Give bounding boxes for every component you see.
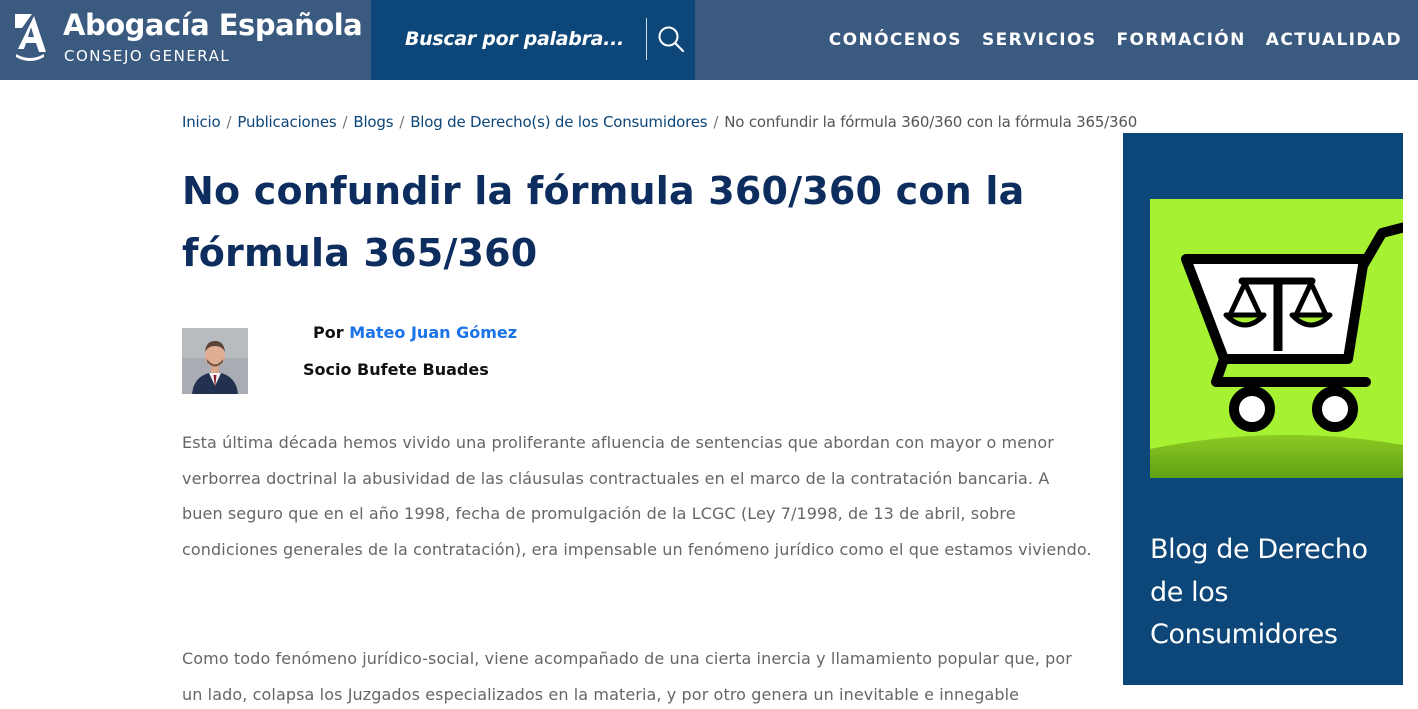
nav-item-actualidad[interactable]: ACTUALIDAD [1266,30,1402,50]
site-logo[interactable]: Abogacía Española CONSEJO GENERAL [0,0,371,80]
breadcrumb-blog-consumidores[interactable]: Blog de Derecho(s) de los Consumidores [410,113,707,131]
breadcrumb-separator: / [342,113,348,131]
breadcrumb: Inicio / Publicaciones / Blogs / Blog de Derec… [182,113,1137,131]
search-input[interactable] [405,22,645,56]
blog-sidebar-card[interactable]: Blog de Derecho de los Consumidores [1123,133,1403,685]
author-name-link[interactable]: Mateo Juan Gómez [349,323,517,342]
breadcrumb-blogs[interactable]: Blogs [353,113,393,131]
author-portrait-icon [182,328,248,394]
article-paragraph: Como todo fenómeno jurídico-social, vien… [182,649,1072,704]
author-avatar [182,328,248,394]
breadcrumb-current: No confundir la fórmula 360/360 con la f… [724,113,1138,131]
site-subtitle: CONSEJO GENERAL [64,47,231,65]
author-role: Socio Bufete Buades [303,360,489,379]
page-title: No confundir la fórmula 360/360 con la f… [182,169,1025,275]
site-title: Abogacía Española [63,8,363,42]
main-nav: CONÓCENOS SERVICIOS FORMACIÓN ACTUALIDAD [829,0,1402,80]
search-divider [646,18,647,60]
top-navigation-bar: Abogacía Española CONSEJO GENERAL CONÓCE… [0,0,1418,80]
sidebar-title[interactable]: Blog de Derecho de los Consumidores [1150,529,1395,657]
breadcrumb-inicio[interactable]: Inicio [182,113,221,131]
byline-prefix: Por [313,323,344,342]
breadcrumb-publicaciones[interactable]: Publicaciones [237,113,336,131]
breadcrumb-separator: / [399,113,405,131]
search-icon[interactable] [656,24,686,54]
blog-image [1150,199,1403,478]
breadcrumb-separator: / [713,113,719,131]
breadcrumb-separator: / [226,113,232,131]
byline: Por Mateo Juan Gómez [313,323,517,342]
shopping-cart-scales-icon [1150,199,1403,478]
search-box [371,0,695,80]
nav-item-servicios[interactable]: SERVICIOS [982,30,1097,50]
nav-item-conocenos[interactable]: CONÓCENOS [829,30,962,50]
article-paragraph: Esta última década hemos vivido una prol… [182,433,1092,559]
nav-item-formacion[interactable]: FORMACIÓN [1116,30,1245,50]
abogacia-logo-icon [15,14,46,61]
